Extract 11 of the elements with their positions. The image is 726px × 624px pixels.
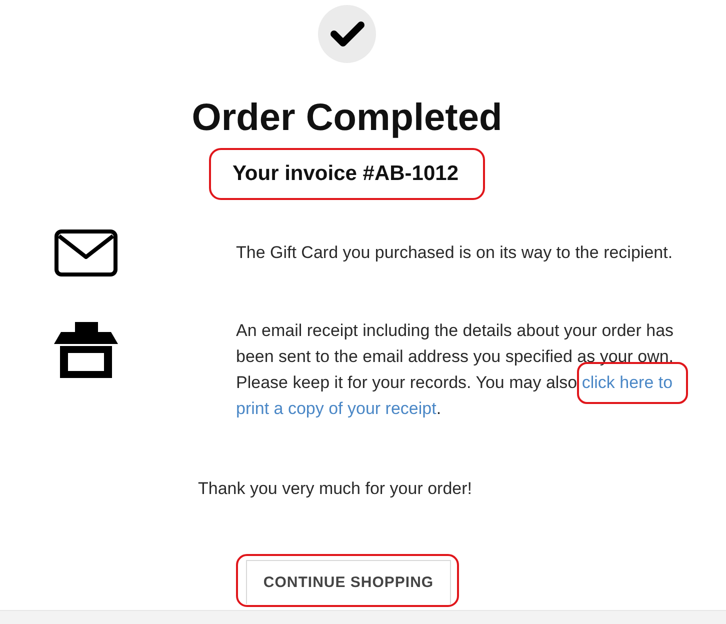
- invoice-number: Your invoice #AB-1012: [232, 161, 459, 187]
- page-title: Order Completed: [192, 96, 502, 140]
- receipt-message: An email receipt including the details about your order has been sent to the email address you specified as your own. Please keep it for your records. You may also click here to print a copy of your receipt.: [236, 320, 675, 420]
- printer-icon: [54, 322, 118, 378]
- thank-you-message: Thank you very much for your order!: [198, 478, 474, 500]
- print-receipt-link[interactable]: click here to: [582, 373, 673, 392]
- print-receipt-link[interactable]: print a copy of your receipt: [236, 399, 436, 418]
- delivery-message: The Gift Card you purchased is on its way to the recipient.: [236, 242, 674, 264]
- envelope-icon: [54, 229, 118, 277]
- continue-shopping-button[interactable]: CONTINUE SHOPPING: [246, 560, 451, 604]
- checkmark-icon: [318, 5, 376, 63]
